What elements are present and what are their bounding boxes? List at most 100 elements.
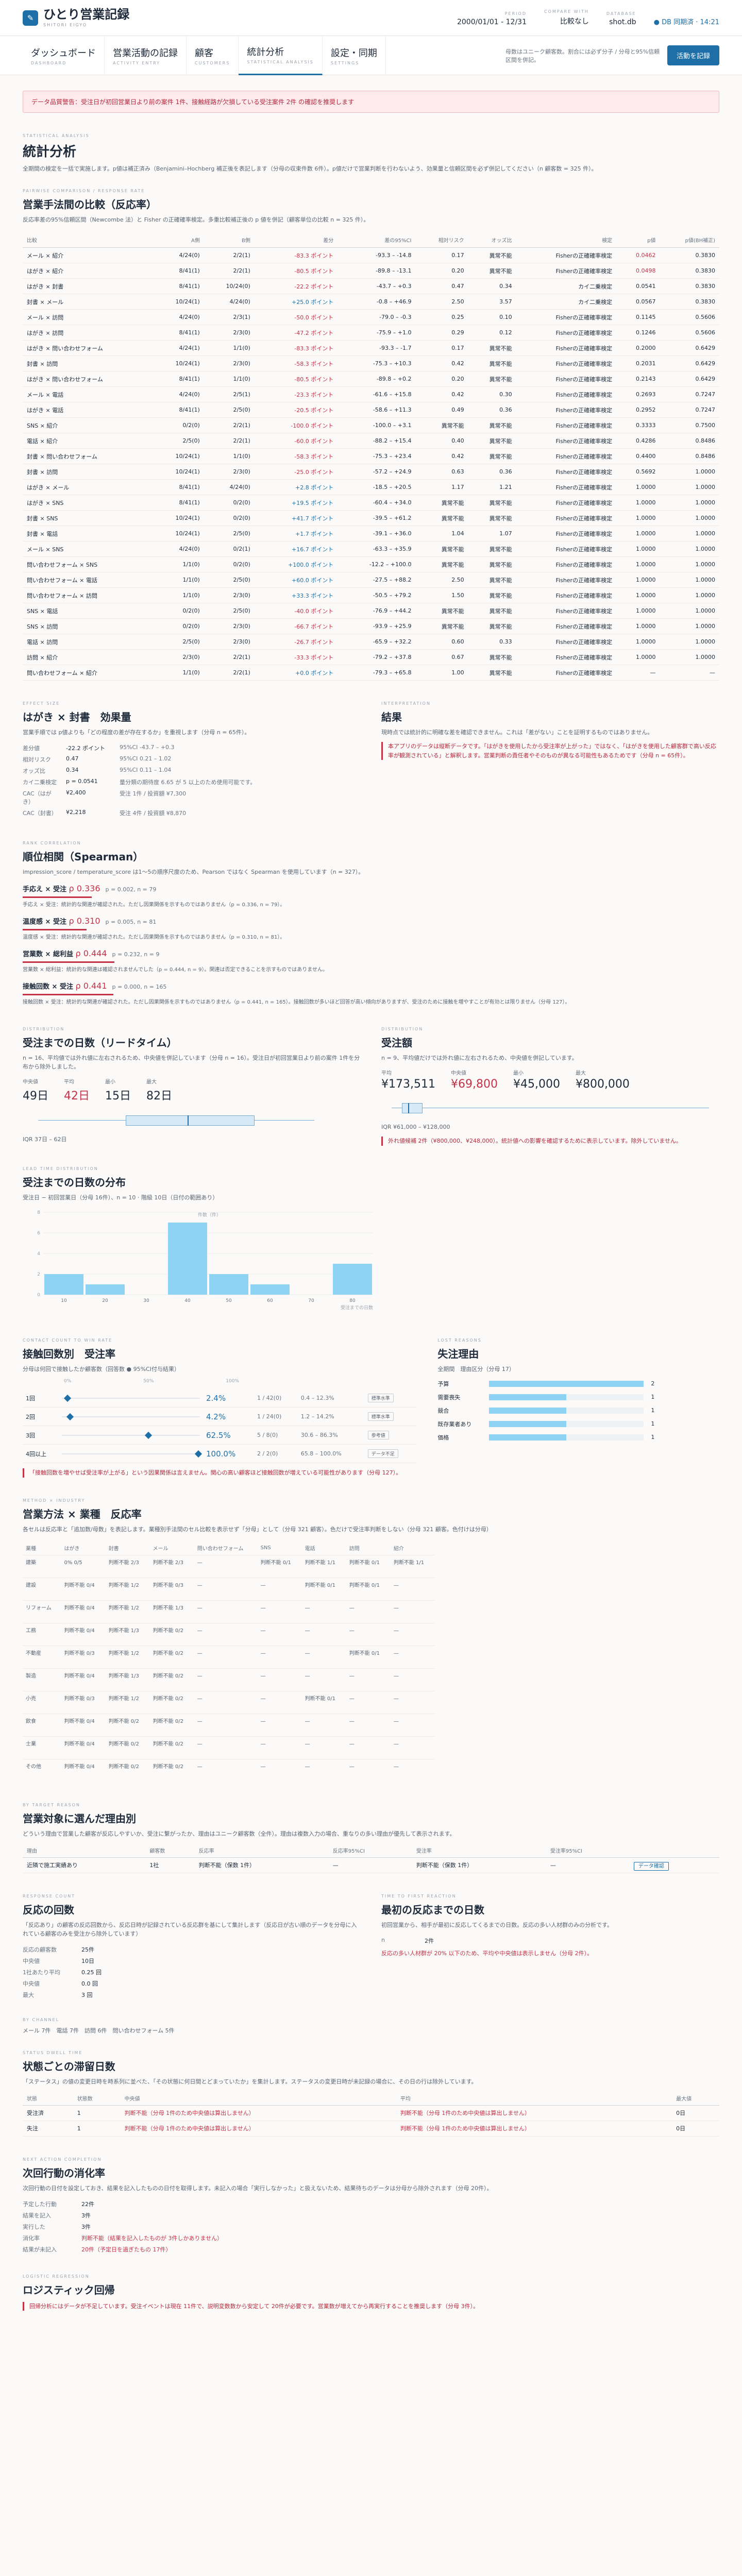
table-row[interactable]: 封書 × メール 10/24(1) 4/24(0) +25.0 ポイント -0.8 – … xyxy=(23,294,719,310)
table-row[interactable]: 訪問 × 紹介 2/3(0) 2/2(1) -33.3 ポイント -79.2 – +37… xyxy=(23,649,719,666)
matrix-cell[interactable]: 判断不能 0/1 xyxy=(346,1646,391,1669)
matrix-cell[interactable]: 判断不能 0/2 xyxy=(105,1714,150,1737)
matrix-cell[interactable]: 判断不能 2/3 xyxy=(149,1555,194,1578)
matrix-cell[interactable]: — xyxy=(346,1623,391,1646)
matrix-cell[interactable]: — xyxy=(194,1714,258,1737)
matrix-cell[interactable]: 判断不能 1/1 xyxy=(301,1555,346,1578)
matrix-cell[interactable]: — xyxy=(257,1668,302,1691)
matrix-cell[interactable]: — xyxy=(390,1736,435,1759)
matrix-cell[interactable]: 判断不能 1/2 xyxy=(105,1578,150,1601)
matrix-cell[interactable]: 判断不能 0/2 xyxy=(149,1714,194,1737)
table-row[interactable]: SNS × 電話 0/2(0) 2/5(0) -40.0 ポイント -76.9 – +4… xyxy=(23,603,719,619)
matrix-cell[interactable]: — xyxy=(194,1555,258,1578)
matrix-cell[interactable]: 判断不能 0/4 xyxy=(61,1623,106,1646)
matrix-cell[interactable]: — xyxy=(194,1646,258,1669)
matrix-cell[interactable]: 判断不能 0/2 xyxy=(149,1623,194,1646)
matrix-cell[interactable]: — xyxy=(301,1759,346,1782)
histogram-bar[interactable] xyxy=(250,1284,290,1295)
matrix-cell[interactable]: 判断不能 0/4 xyxy=(61,1714,106,1737)
matrix-cell[interactable]: 0% 0/5 xyxy=(61,1555,106,1578)
matrix-cell[interactable]: — xyxy=(390,1646,435,1669)
table-row[interactable]: 封書 × 電話 10/24(1) 2/5(0) +1.7 ポイント -39.1 – +3… xyxy=(23,526,719,542)
matrix-cell[interactable]: — xyxy=(257,1691,302,1714)
table-row[interactable]: メール × 電話 4/24(0) 2/5(1) -23.3 ポイント -61.6 – +… xyxy=(23,386,719,403)
matrix-cell[interactable]: — xyxy=(301,1600,346,1623)
tab-customers[interactable]: 顧客 CUSTOMERS xyxy=(187,36,239,75)
matrix-cell[interactable]: — xyxy=(301,1736,346,1759)
matrix-cell[interactable]: — xyxy=(346,1691,391,1714)
matrix-cell[interactable]: — xyxy=(194,1578,258,1601)
period-selector[interactable]: PERIOD 2000/01/01 - 12/31 xyxy=(457,11,527,26)
matrix-cell[interactable]: — xyxy=(301,1668,346,1691)
matrix-cell[interactable]: — xyxy=(390,1623,435,1646)
table-row[interactable]: メール × SNS 4/24(0) 0/2(1) +16.7 ポイント -63.3 – … xyxy=(23,541,719,557)
tab-activity-entry[interactable]: 営業活動の記録 ACTIVITY ENTRY xyxy=(105,36,187,75)
matrix-cell[interactable]: — xyxy=(301,1646,346,1669)
table-row[interactable]: 4回以上 100.0% 2 / 2(0) 65.8 – 100.0% データ不足 xyxy=(23,1444,417,1464)
matrix-cell[interactable]: — xyxy=(257,1623,302,1646)
app-logo[interactable]: ✎ ひとり営業記録 SHITORI EIGYO xyxy=(23,8,129,27)
table-row[interactable]: 3回 62.5% 5 / 8(0) 30.6 – 86.3% 参考値 xyxy=(23,1426,417,1445)
matrix-cell[interactable]: — xyxy=(301,1623,346,1646)
matrix-cell[interactable]: — xyxy=(346,1759,391,1782)
histogram-bar[interactable] xyxy=(44,1274,83,1295)
compare-selector[interactable]: COMPARE WITH 比較なし xyxy=(544,9,589,26)
tab-statistical-analysis[interactable]: 統計分析 STATISTICAL ANALYSIS xyxy=(239,36,323,75)
matrix-cell[interactable]: 判断不能 1/2 xyxy=(105,1600,150,1623)
matrix-cell[interactable]: — xyxy=(346,1714,391,1737)
matrix-cell[interactable]: — xyxy=(346,1668,391,1691)
matrix-cell[interactable]: — xyxy=(257,1646,302,1669)
matrix-cell[interactable]: 判断不能 0/4 xyxy=(61,1668,106,1691)
matrix-cell[interactable]: — xyxy=(390,1691,435,1714)
table-row[interactable]: はがき × 紹介 8/41(1) 2/2(1) -80.5 ポイント -89.8 – -… xyxy=(23,263,719,279)
matrix-cell[interactable]: 判断不能 0/2 xyxy=(149,1691,194,1714)
matrix-cell[interactable]: 判断不能 0/2 xyxy=(149,1759,194,1782)
matrix-cell[interactable]: — xyxy=(346,1600,391,1623)
table-row[interactable]: 問い合わせフォーム × 訪問 1/1(0) 2/3(0) +33.3 ポイント -50.… xyxy=(23,587,719,604)
matrix-cell[interactable]: — xyxy=(390,1759,435,1782)
matrix-cell[interactable]: 判断不能 0/1 xyxy=(346,1578,391,1601)
matrix-cell[interactable]: 判断不能 1/2 xyxy=(105,1691,150,1714)
matrix-cell[interactable]: 判断不能 2/3 xyxy=(105,1555,150,1578)
matrix-cell[interactable]: 判断不能 1/3 xyxy=(105,1668,150,1691)
matrix-cell[interactable]: 判断不能 0/3 xyxy=(61,1691,106,1714)
matrix-cell[interactable]: 判断不能 0/1 xyxy=(301,1578,346,1601)
database-selector[interactable]: DATABASE shot.db xyxy=(606,11,636,26)
table-row[interactable]: SNS × 訪問 0/2(0) 2/3(0) -66.7 ポイント -93.9 – +2… xyxy=(23,618,719,635)
table-row[interactable]: 問い合わせフォーム × 電話 1/1(0) 2/5(0) +60.0 ポイント -27.… xyxy=(23,572,719,588)
matrix-cell[interactable]: 判断不能 0/1 xyxy=(346,1555,391,1578)
matrix-cell[interactable]: 判断不能 1/3 xyxy=(149,1600,194,1623)
tab-settings[interactable]: 設定・同期 SETTINGS xyxy=(323,36,386,75)
matrix-cell[interactable]: — xyxy=(194,1736,258,1759)
matrix-cell[interactable]: — xyxy=(257,1600,302,1623)
matrix-cell[interactable]: 判断不能 0/2 xyxy=(149,1668,194,1691)
matrix-cell[interactable]: — xyxy=(194,1600,258,1623)
matrix-cell[interactable]: 判断不能 0/4 xyxy=(61,1600,106,1623)
histogram-bar[interactable] xyxy=(209,1274,248,1295)
table-row[interactable]: 問い合わせフォーム × SNS 1/1(0) 0/2(0) +100.0 ポイント -1… xyxy=(23,556,719,573)
table-row[interactable]: 2回 4.2% 1 / 24(0) 1.2 – 14.2% 標準水準 xyxy=(23,1407,417,1427)
matrix-cell[interactable]: 判断不能 0/4 xyxy=(61,1578,106,1601)
matrix-cell[interactable]: — xyxy=(257,1578,302,1601)
matrix-cell[interactable]: 判断不能 1/1 xyxy=(390,1555,435,1578)
table-row[interactable]: はがき × 問い合わせフォーム 8/41(1) 1/1(0) -80.5 ポイント -8… xyxy=(23,371,719,387)
matrix-cell[interactable]: — xyxy=(257,1714,302,1737)
table-row[interactable]: SNS × 紹介 0/2(0) 2/2(1) -100.0 ポイント -100.0 – … xyxy=(23,417,719,434)
table-row[interactable]: はがき × SNS 8/41(1) 0/2(0) +19.5 ポイント -60.4 – … xyxy=(23,495,719,511)
matrix-cell[interactable]: 判断不能 0/2 xyxy=(105,1759,150,1782)
table-row[interactable]: 問い合わせフォーム × 紹介 1/1(0) 2/2(1) +0.0 ポイント -79.3… xyxy=(23,665,719,681)
matrix-cell[interactable]: — xyxy=(301,1714,346,1737)
matrix-cell[interactable]: 判断不能 0/3 xyxy=(149,1578,194,1601)
table-row[interactable]: 封書 × 訪問 10/24(1) 2/3(0) -25.0 ポイント -57.2 – +… xyxy=(23,464,719,480)
matrix-cell[interactable]: 判断不能 0/2 xyxy=(149,1736,194,1759)
table-row[interactable]: メール × 訪問 4/24(0) 2/3(1) -50.0 ポイント -79.0 – -… xyxy=(23,309,719,326)
matrix-cell[interactable]: — xyxy=(390,1714,435,1737)
table-row[interactable]: 電話 × 訪問 2/5(0) 2/3(0) -26.7 ポイント -65.9 – +32… xyxy=(23,634,719,650)
matrix-cell[interactable]: 判断不能 0/3 xyxy=(61,1646,106,1669)
matrix-cell[interactable]: 判断不能 1/2 xyxy=(105,1646,150,1669)
histogram-bar[interactable] xyxy=(86,1284,125,1295)
table-row[interactable]: メール × 紹介 4/24(0) 2/2(1) -83.3 ポイント -93.3 – -… xyxy=(23,247,719,264)
table-row[interactable]: はがき × 問い合わせフォーム 4/24(1) 1/1(0) -83.3 ポイント -9… xyxy=(23,340,719,357)
matrix-cell[interactable]: 判断不能 0/4 xyxy=(61,1759,106,1782)
matrix-cell[interactable]: 判断不能 0/1 xyxy=(301,1691,346,1714)
